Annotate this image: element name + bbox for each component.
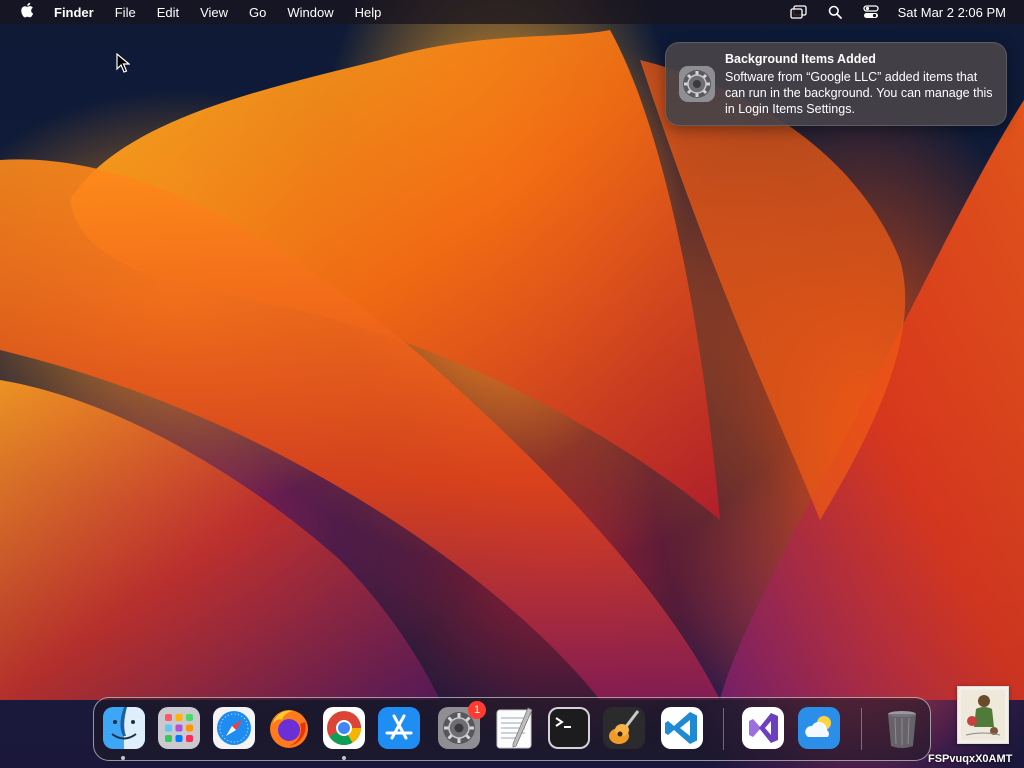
dock-vscode[interactable]	[660, 706, 704, 750]
dock-finder[interactable]	[102, 706, 146, 750]
dock-visual-studio[interactable]	[741, 706, 785, 750]
dock-chrome[interactable]	[322, 706, 366, 750]
running-indicator	[121, 756, 125, 760]
dock-terminal[interactable]	[547, 706, 591, 750]
dock-separator	[723, 708, 724, 750]
vscode-icon	[661, 707, 703, 749]
running-indicator	[342, 756, 346, 760]
control-center-icon[interactable]	[862, 4, 880, 20]
dock-trash[interactable]	[880, 706, 924, 750]
mouse-cursor-icon	[116, 52, 131, 73]
dock: 1	[93, 697, 931, 761]
menu-file[interactable]: File	[115, 5, 136, 20]
thumbnail-illustration	[961, 690, 1005, 740]
textedit-icon	[496, 707, 533, 749]
visual-studio-icon	[742, 707, 784, 749]
apple-menu-icon[interactable]	[18, 2, 36, 22]
spotlight-search-icon[interactable]	[826, 4, 844, 20]
chrome-icon	[323, 707, 365, 749]
dock-firefox[interactable]	[267, 706, 311, 750]
menu-edit[interactable]: Edit	[157, 5, 179, 20]
menu-go[interactable]: Go	[249, 5, 266, 20]
dock-separator	[861, 708, 862, 750]
menu-bar: Finder File Edit View Go Window Help Sat…	[0, 0, 1024, 24]
dock-launchpad[interactable]	[157, 706, 201, 750]
terminal-icon	[548, 707, 590, 749]
menu-app-name[interactable]: Finder	[54, 5, 94, 20]
menu-help[interactable]: Help	[355, 5, 382, 20]
watermark-text: FSPvuqxX0AMT	[928, 753, 1013, 765]
dock-garageband[interactable]	[602, 706, 646, 750]
menu-bar-clock[interactable]: Sat Mar 2 2:06 PM	[898, 5, 1006, 20]
garageband-icon	[603, 707, 645, 749]
finder-icon	[103, 707, 145, 749]
notification-body: Software from “Google LLC” added items t…	[725, 70, 993, 116]
menu-window[interactable]: Window	[287, 5, 333, 20]
desktop-image-thumbnail[interactable]	[957, 686, 1009, 744]
notification-title: Background Items Added	[725, 52, 876, 66]
app-store-icon	[378, 707, 420, 749]
trash-icon	[888, 711, 916, 748]
dock-weather[interactable]	[797, 706, 841, 750]
menu-view[interactable]: View	[200, 5, 228, 20]
system-settings-icon	[678, 65, 716, 103]
dock-system-settings[interactable]: 1	[437, 701, 486, 750]
dock-app-store[interactable]	[377, 706, 421, 750]
screen-mirroring-icon[interactable]	[790, 4, 808, 20]
safari-icon	[213, 707, 255, 749]
firefox-icon	[270, 710, 308, 748]
dock-textedit[interactable]	[492, 706, 536, 750]
weather-icon	[798, 707, 840, 749]
launchpad-icon	[158, 707, 200, 749]
dock-safari[interactable]	[212, 706, 256, 750]
notification-background-items[interactable]: Background Items Added Software from “Go…	[665, 42, 1007, 126]
notification-badge: 1	[468, 701, 486, 719]
